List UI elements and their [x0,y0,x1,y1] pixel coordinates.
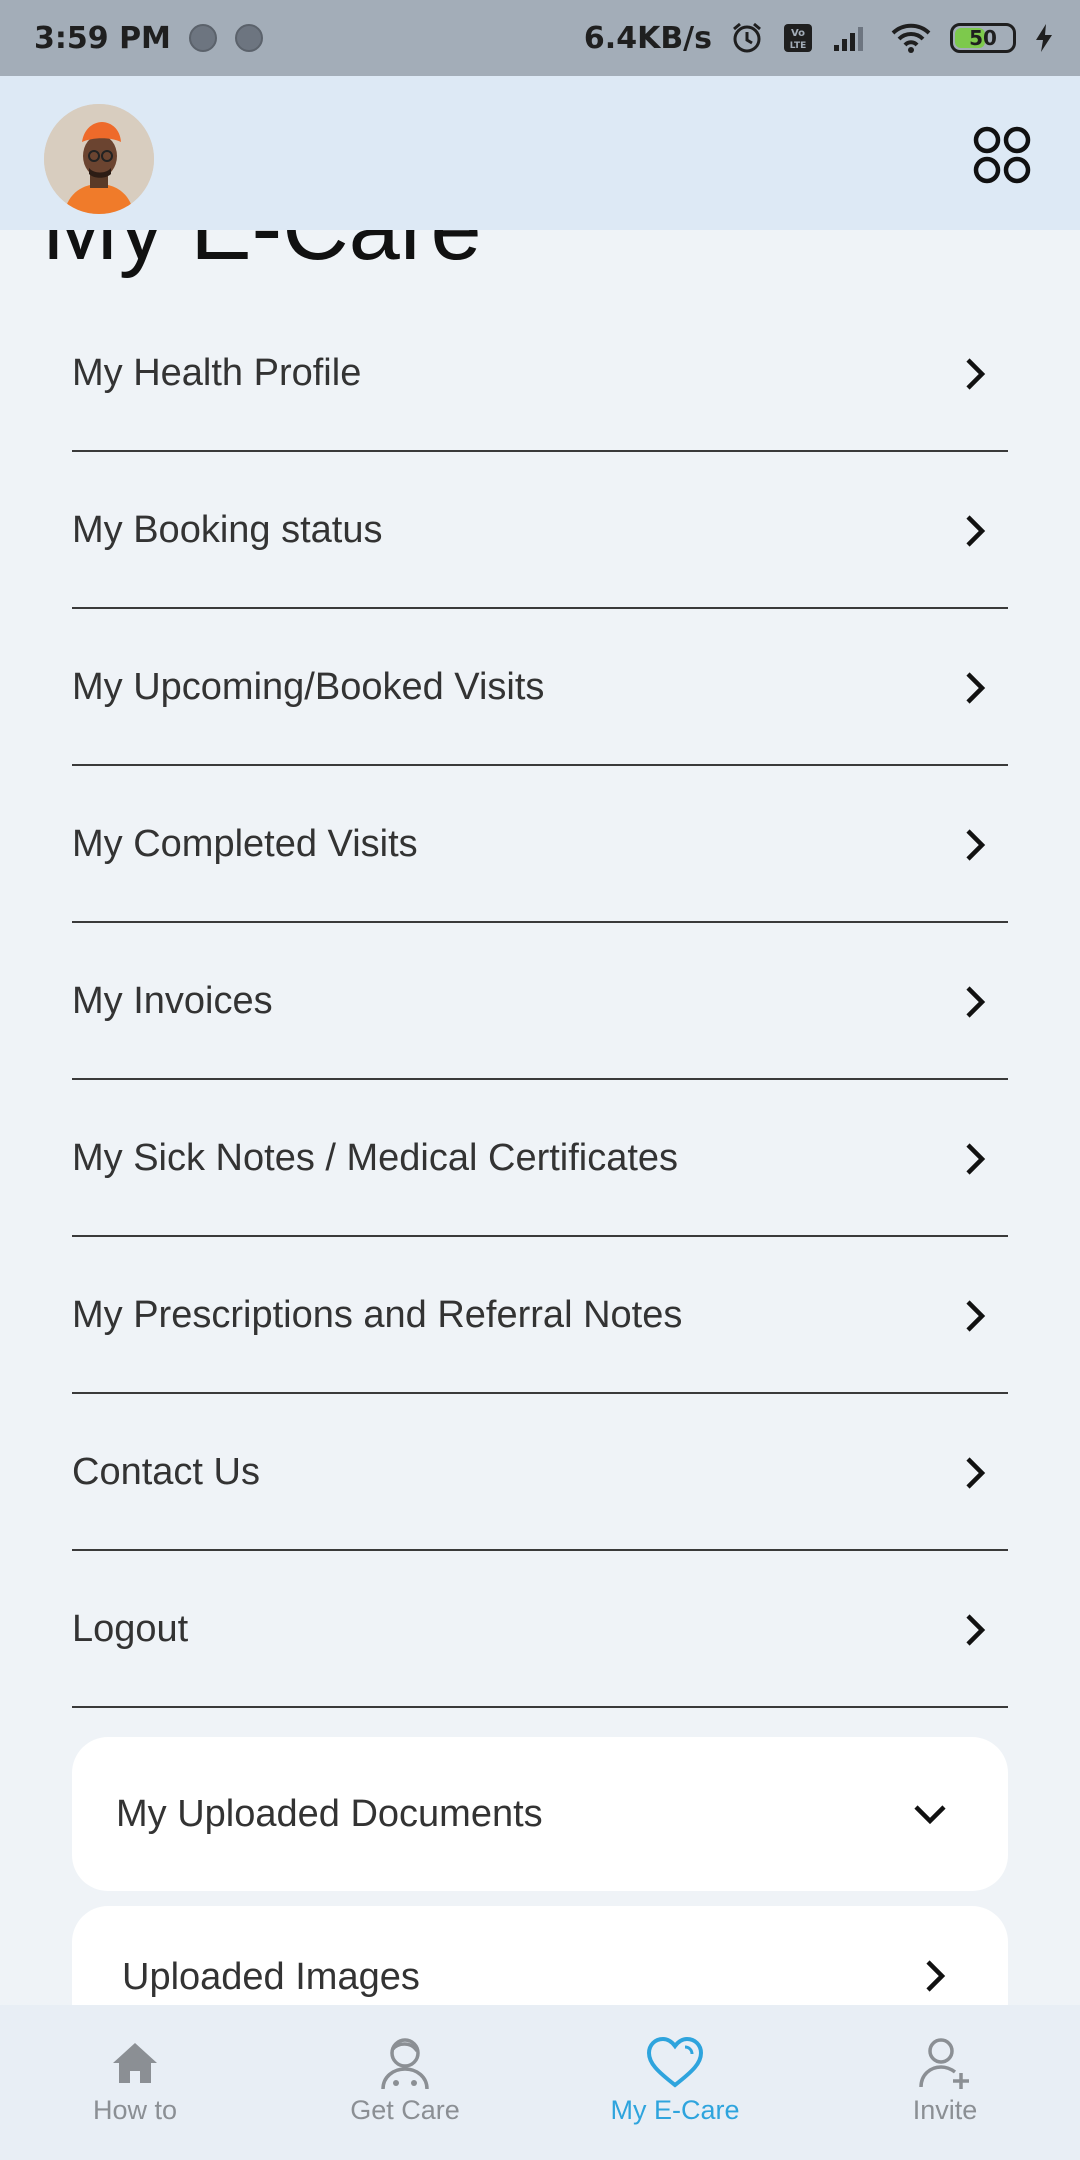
chevron-right-icon [926,1960,946,1992]
uploaded-documents-label: My Uploaded Documents [116,1792,543,1835]
chevron-right-icon [966,671,986,704]
menu-item-prescriptions[interactable]: My Prescriptions and Referral Notes [72,1239,1008,1394]
signal-icon [832,23,872,53]
bottom-nav: How to Get Care My E-Care Invite [0,2005,1080,2160]
menu-item-booking-status[interactable]: My Booking status [72,454,1008,609]
nav-how-to[interactable]: How to [0,2005,270,2160]
volte-icon: Vo LTE [782,22,814,54]
status-left: 3:59 PM [34,21,263,56]
menu-item-label: Contact Us [72,1451,260,1493]
menu-item-label: My Upcoming/Booked Visits [72,666,545,708]
grid-circles-icon [973,126,1031,184]
chevron-right-icon [966,1613,986,1646]
home-icon [113,2043,157,2083]
doctor-icon [381,2038,429,2090]
nav-get-care[interactable]: Get Care [270,2005,540,2160]
status-time: 3:59 PM [34,20,171,56]
add-user-icon [919,2038,969,2089]
chevron-right-icon [966,357,986,390]
heart-icon [646,2036,704,2088]
nav-my-ecare[interactable]: My E-Care [540,2005,810,2160]
menu-item-upcoming-visits[interactable]: My Upcoming/Booked Visits [72,611,1008,766]
menu-item-invoices[interactable]: My Invoices [72,925,1008,1080]
alarm-icon [730,21,764,55]
menu-item-completed-visits[interactable]: My Completed Visits [72,768,1008,923]
menu-item-label: My Sick Notes / Medical Certificates [72,1137,679,1179]
nav-label: Get Care [350,2095,460,2125]
battery-icon: 50 [950,23,1016,53]
chevron-right-icon [966,1456,986,1489]
chevron-right-icon [966,1299,986,1332]
menu-item-sick-notes[interactable]: My Sick Notes / Medical Certificates [72,1082,1008,1237]
menu-item-logout[interactable]: Logout [72,1553,1008,1708]
menu-item-label: Logout [72,1608,189,1650]
menu-list: My Health Profile My Booking status My U… [72,297,1008,1710]
chevron-down-icon [914,1805,946,1825]
status-right: 6.4KB/s Vo LTE 50 [584,21,1054,56]
notification-dot-icon [234,24,263,52]
menu-item-contact-us[interactable]: Contact Us [72,1396,1008,1551]
notification-dot-icon [188,24,217,52]
chevron-right-icon [966,828,986,861]
menu-item-label: My Health Profile [72,352,362,394]
network-speed: 6.4KB/s [583,20,712,56]
chevron-right-icon [966,514,986,547]
app-header [0,76,1080,230]
svg-text:Vo: Vo [791,28,805,39]
battery-level: 50 [969,26,997,50]
wifi-icon [890,22,932,54]
status-bar: 3:59 PM 6.4KB/s Vo LTE 50 [0,0,1080,76]
menu-item-label: My Booking status [72,509,383,551]
apps-menu-button[interactable] [970,123,1034,187]
chevron-right-icon [966,985,986,1018]
uploaded-documents-dropdown[interactable]: My Uploaded Documents [72,1737,1008,1891]
charging-icon [1034,23,1054,53]
nav-label: How to [92,2095,178,2125]
chevron-right-icon [966,1142,986,1175]
menu-item-label: My Prescriptions and Referral Notes [72,1294,683,1336]
nav-invite[interactable]: Invite [810,2005,1080,2160]
nav-label: Invite [912,2095,978,2125]
menu-item-label: My Invoices [72,980,273,1022]
menu-item-health-profile[interactable]: My Health Profile [72,297,1008,452]
avatar[interactable] [44,104,154,214]
uploaded-images-label: Uploaded Images [122,1956,420,1998]
nav-label: My E-Care [610,2095,740,2125]
svg-text:LTE: LTE [790,41,807,51]
menu-item-label: My Completed Visits [72,823,418,865]
